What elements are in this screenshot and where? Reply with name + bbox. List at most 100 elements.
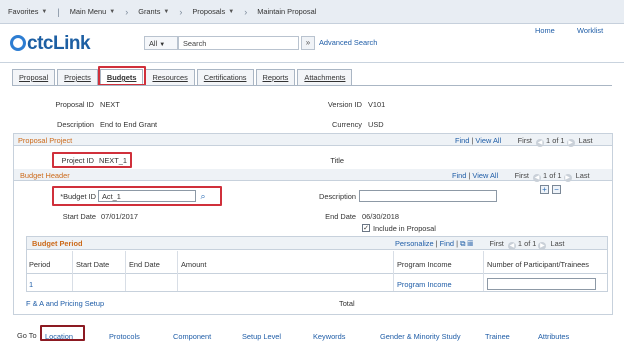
goto-protocols-link[interactable]: Protocols [109, 332, 140, 341]
total-label: Total [339, 299, 355, 308]
personalize-link[interactable]: Personalize [395, 239, 434, 248]
range-label: 1 of 1 [517, 239, 537, 248]
currency-value: USD [368, 120, 384, 129]
delete-row-icon[interactable]: − [552, 185, 561, 194]
include-in-proposal-label: Include in Proposal [373, 224, 436, 233]
previous-icon[interactable]: ◀ [533, 174, 542, 182]
search-go-button[interactable]: » [301, 36, 315, 50]
last-label: Last [550, 239, 565, 248]
worklist-link[interactable]: Worklist [577, 26, 603, 35]
previous-icon[interactable]: ◀ [536, 139, 545, 147]
title-label: Title [330, 156, 344, 165]
advanced-search-link[interactable]: Advanced Search [319, 38, 377, 47]
view-all-link[interactable]: View All [472, 171, 498, 180]
page-header: ctcLink All ▼ Search » Advanced Search H… [0, 24, 624, 64]
location-link-highlight [40, 325, 85, 341]
col-amount: Amount [181, 260, 207, 269]
goto-gender-minority-link[interactable]: Gender & Minority Study [380, 332, 461, 341]
previous-icon[interactable]: ◀ [507, 242, 516, 250]
column-divider [483, 251, 484, 291]
ctclink-logo[interactable]: ctcLink [10, 33, 91, 55]
tab-baseline [12, 85, 612, 86]
view-all-link[interactable]: View All [475, 136, 501, 145]
first-label: First [517, 136, 532, 145]
program-income-link[interactable]: Program Income [397, 280, 452, 289]
chevron-down-icon: ▼ [159, 42, 166, 48]
proposal-id-label: Proposal ID [55, 100, 94, 109]
main-menu-label: Main Menu [69, 7, 107, 16]
view-icon[interactable]: ⧉ [460, 239, 465, 248]
tab-bar: Proposal Projects Budgets Resources Cert… [12, 69, 354, 85]
search-input[interactable]: Search [178, 36, 299, 50]
version-id-value: V101 [368, 100, 386, 109]
budget-id-highlight [52, 186, 222, 206]
goto-keywords-link[interactable]: Keywords [313, 332, 345, 341]
breadcrumb-grants[interactable]: Grants ▼ [130, 0, 177, 23]
tab-reports[interactable]: Reports [255, 69, 296, 85]
last-label: Last [575, 171, 590, 180]
column-divider [393, 251, 394, 291]
search-scope-select[interactable]: All ▼ [144, 36, 178, 50]
fa-pricing-setup-link[interactable]: F & A and Pricing Setup [26, 299, 104, 308]
breadcrumb-arrow-icon: › [244, 6, 248, 17]
participants-input[interactable] [487, 278, 596, 290]
next-icon[interactable]: ▶ [566, 139, 575, 147]
find-link[interactable]: Find [455, 136, 469, 145]
range-label: 1 of 1 [546, 136, 565, 145]
favorites-menu[interactable]: Favorites ▼ [0, 0, 55, 23]
range-label: 1 of 1 [543, 171, 562, 180]
tab-certifications[interactable]: Certifications [196, 69, 254, 85]
budget-period-title: Budget Period [32, 239, 83, 248]
home-link[interactable]: Home [535, 26, 555, 35]
header-row-divider [27, 273, 607, 274]
currency-label: Currency [332, 120, 362, 129]
chevron-down-icon: ▼ [228, 8, 235, 15]
budgets-tab-highlight [98, 66, 146, 86]
chevron-down-icon: ▼ [163, 8, 170, 15]
find-link[interactable]: Find [440, 239, 454, 248]
column-divider [72, 251, 73, 291]
proposal-id-value: NEXT [100, 100, 120, 109]
include-in-proposal-checkbox[interactable]: ✓ [362, 224, 370, 232]
download-icon[interactable]: ▦ [467, 239, 473, 248]
project-id-highlight [52, 152, 132, 168]
end-date-value: 06/30/2018 [362, 212, 399, 221]
breadcrumb-current: Maintain Proposal [257, 7, 317, 16]
first-label: First [514, 171, 529, 180]
goto-attributes-link[interactable]: Attributes [538, 332, 569, 341]
goto-setup-level-link[interactable]: Setup Level [242, 332, 281, 341]
budget-period-nav: Personalize | Find | ⧉ ▦ First ◀ 1 of 1 ▶ … [395, 239, 565, 250]
start-date-label: Start Date [62, 212, 96, 221]
period-link[interactable]: 1 [29, 280, 33, 289]
tab-attachments[interactable]: Attachments [297, 69, 353, 85]
tab-resources[interactable]: Resources [145, 69, 195, 85]
version-id-label: Version ID [327, 100, 362, 109]
end-date-label: End Date [325, 212, 356, 221]
main-menu[interactable]: Main Menu ▼ [62, 0, 124, 23]
budget-header-nav: Find | View All First ◀ 1 of 1 ▶ Last [452, 171, 590, 182]
proposals-label: Proposals [192, 7, 226, 16]
description-value: End to End Grant [100, 120, 158, 129]
add-row-icon[interactable]: + [540, 185, 549, 194]
grants-label: Grants [138, 7, 161, 16]
find-link[interactable]: Find [452, 171, 466, 180]
description-label: Description [57, 120, 94, 129]
breadcrumb-arrow-icon: › [125, 6, 129, 17]
breadcrumb-proposals[interactable]: Proposals ▼ [184, 0, 242, 23]
goto-trainee-link[interactable]: Trainee [485, 332, 510, 341]
col-end-date: End Date [129, 260, 160, 269]
logo-ring-icon [10, 35, 26, 51]
goto-component-link[interactable]: Component [173, 332, 211, 341]
top-nav-bar: Favorites ▼ | Main Menu ▼ › Grants ▼ › Prop… [0, 0, 624, 24]
budget-description-input[interactable] [359, 190, 497, 202]
chevron-down-icon: ▼ [41, 8, 48, 15]
tab-projects[interactable]: Projects [57, 69, 98, 85]
chevron-down-icon: ▼ [109, 8, 116, 15]
budget-description-label: Description [319, 192, 356, 201]
logo-text: ctcLink [27, 33, 91, 54]
tab-proposal[interactable]: Proposal [12, 69, 56, 85]
last-label: Last [578, 136, 593, 145]
favorites-label: Favorites [8, 7, 39, 16]
next-icon[interactable]: ▶ [563, 174, 572, 182]
next-icon[interactable]: ▶ [538, 242, 547, 250]
